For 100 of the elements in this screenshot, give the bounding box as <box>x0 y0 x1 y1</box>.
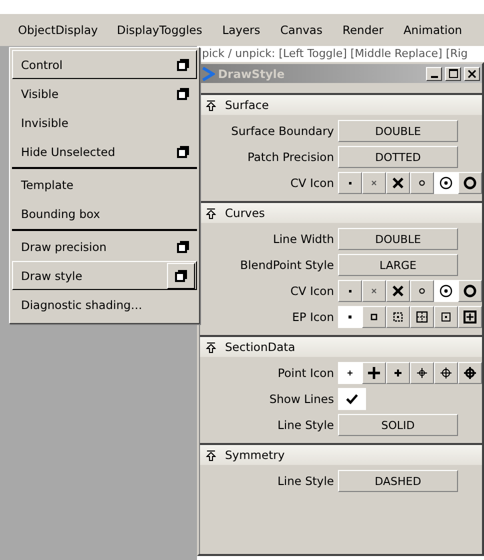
icon-option-button[interactable] <box>458 362 482 384</box>
section-title: Symmetry <box>225 448 285 462</box>
icon-option-button[interactable] <box>362 362 386 384</box>
option-box-icon[interactable] <box>175 270 187 282</box>
menu-entry[interactable]: Control <box>12 50 197 79</box>
menu-entry-label: Draw style <box>21 268 82 282</box>
option-box-icon[interactable] <box>177 58 189 70</box>
value-button[interactable]: DOUBLE <box>338 120 458 142</box>
field-label: Line Style <box>276 474 335 488</box>
icon-option-button[interactable] <box>434 280 458 302</box>
plus-icon <box>367 366 381 380</box>
menu-item[interactable]: Canvas <box>270 16 332 44</box>
value-button[interactable]: DOTTED <box>338 146 458 168</box>
menu-entry[interactable]: Visible <box>12 79 197 108</box>
section-header[interactable]: SectionData <box>200 335 482 357</box>
menu-entry-label: Visible <box>21 86 59 100</box>
dotted-circle-icon <box>439 284 453 298</box>
icon-option-button[interactable] <box>410 306 434 328</box>
menu-item[interactable]: Animation <box>393 16 472 44</box>
circle-icon <box>463 284 477 298</box>
section-title: SectionData <box>225 340 296 354</box>
close-button[interactable] <box>464 66 480 80</box>
crosshair-icon <box>463 366 477 380</box>
grid-square-icon <box>415 310 429 324</box>
collapse-arrow-icon <box>206 100 216 110</box>
icon-option-button[interactable] <box>386 362 410 384</box>
icon-option-button[interactable] <box>458 172 482 194</box>
collapse-arrow-icon <box>206 450 216 460</box>
field-label: Show Lines <box>268 392 335 406</box>
menu-entry-label: Invisible <box>21 116 68 130</box>
menu-entry-label: Control <box>21 58 63 72</box>
field-label: EP Icon <box>291 310 335 324</box>
value-button[interactable]: DASHED <box>338 470 458 492</box>
minimize-button[interactable] <box>426 66 442 80</box>
menu-item[interactable]: Layers <box>212 16 270 44</box>
value-button[interactable]: SOLID <box>338 414 458 436</box>
icon-option-button[interactable] <box>434 362 458 384</box>
collapse-arrow-icon <box>206 342 216 352</box>
dotted-circle-icon <box>439 176 453 190</box>
checkbox[interactable] <box>338 388 366 410</box>
icon-option-button[interactable] <box>410 362 434 384</box>
plus-square-icon <box>463 310 477 324</box>
icon-option-button[interactable] <box>386 172 410 194</box>
checkmark-icon <box>345 393 359 405</box>
icon-option-button[interactable] <box>386 280 410 302</box>
status-text: pick / unpick: [Left Toggle] [Middle Replace] [Rig <box>201 46 469 62</box>
circle-icon <box>463 176 477 190</box>
menu-entry-label: Draw precision <box>21 240 107 254</box>
icon-option-button[interactable] <box>434 172 458 194</box>
menu-item[interactable]: Render <box>332 16 394 44</box>
icon-option-button[interactable] <box>458 280 482 302</box>
icon-option-button[interactable] <box>386 306 410 328</box>
field-label: Line Style <box>276 418 335 432</box>
section-header[interactable]: Curves <box>200 201 482 223</box>
field-label: BlendPoint Style <box>239 258 335 272</box>
option-box-icon[interactable] <box>177 146 189 158</box>
dotted-square-icon <box>439 310 453 324</box>
field-label: CV Icon <box>289 176 335 190</box>
field-label: Line Width <box>272 232 335 246</box>
menu-entry[interactable]: Bounding box <box>12 199 197 228</box>
icon-option-button[interactable] <box>362 306 386 328</box>
field-label: Point Icon <box>276 366 335 380</box>
menu-entry[interactable]: Draw precision <box>12 232 197 261</box>
section-title: Surface <box>225 98 269 112</box>
menu-entry-label: Bounding box <box>21 206 100 220</box>
menu-entry[interactable]: Invisible <box>12 108 197 137</box>
menu-item[interactable]: DisplayToggles <box>106 16 212 44</box>
value-button[interactable]: DOUBLE <box>338 228 458 250</box>
menu-item[interactable]: ObjectDisplay <box>9 16 107 42</box>
menu-entry[interactable]: Diagnostic shading… <box>12 290 197 319</box>
menu-entry[interactable]: Hide Unselected <box>12 137 197 166</box>
option-box-icon[interactable] <box>177 88 189 100</box>
collapse-arrow-icon <box>206 208 216 218</box>
menu-entry-label: Diagnostic shading… <box>21 298 142 312</box>
cross-icon <box>391 284 405 298</box>
icon-option-button[interactable] <box>410 172 434 194</box>
menu-entry[interactable]: Template <box>12 170 197 199</box>
section-header[interactable]: Surface <box>200 93 482 115</box>
minimize-icon <box>430 76 438 78</box>
field-label: Surface Boundary <box>230 124 335 138</box>
option-box-icon[interactable] <box>177 240 189 252</box>
icon-option-button[interactable] <box>410 280 434 302</box>
crosshair-icon <box>439 366 453 380</box>
section-header[interactable]: Symmetry <box>200 443 482 465</box>
chevron-icon <box>201 66 215 80</box>
value-button[interactable]: LARGE <box>338 254 458 276</box>
menu-entry-label: Template <box>21 178 74 192</box>
icon-option-button[interactable] <box>434 306 458 328</box>
crosshair-icon <box>415 366 429 380</box>
close-icon <box>468 70 476 78</box>
menu-entry-label: Hide Unselected <box>21 144 116 158</box>
field-label: Patch Precision <box>246 150 335 164</box>
dotted-square-icon <box>391 310 405 324</box>
cross-icon <box>391 176 405 190</box>
window-title: DrawStyle <box>218 66 286 80</box>
icon-option-button[interactable] <box>458 306 482 328</box>
menu-entry[interactable]: Draw style <box>12 261 197 290</box>
section-title: Curves <box>225 206 265 220</box>
maximize-icon <box>448 69 458 78</box>
maximize-button[interactable] <box>445 66 461 80</box>
